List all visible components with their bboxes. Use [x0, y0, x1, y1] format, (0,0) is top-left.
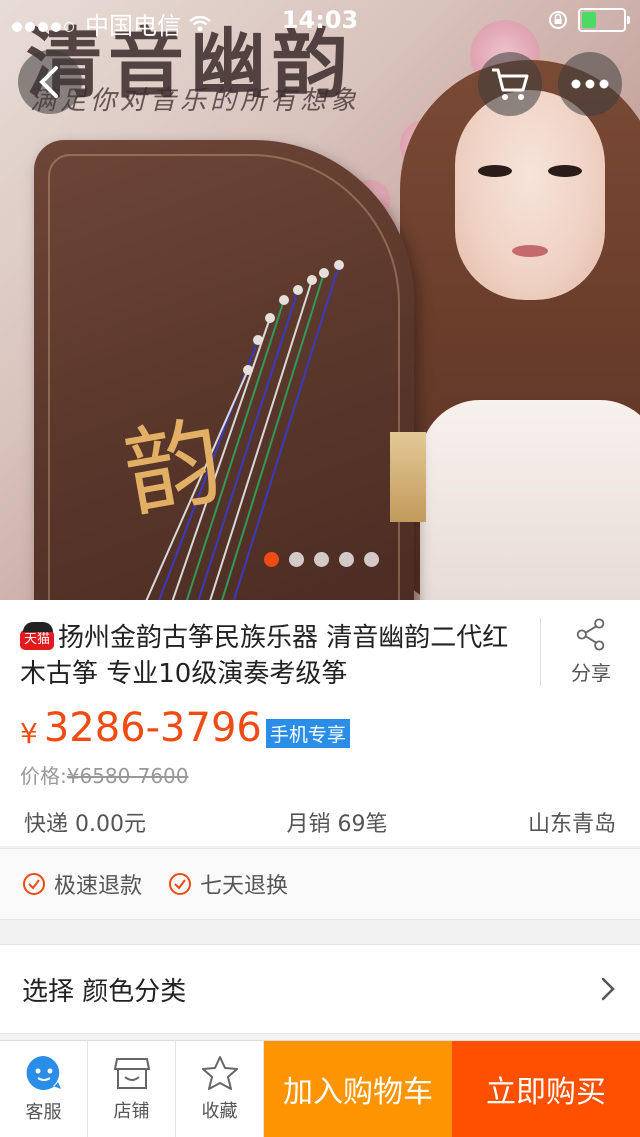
favorite-button[interactable]: 收藏: [176, 1041, 264, 1137]
guzheng-bridge: [390, 432, 426, 522]
status-time: 14:03: [281, 6, 359, 34]
share-button[interactable]: 分享: [540, 618, 640, 686]
ship-location: 山东青岛: [527, 812, 616, 837]
mobile-exclusive-badge: 手机专享: [265, 719, 350, 748]
check-circle-icon: [23, 873, 45, 895]
guzheng-instrument: 韵: [34, 140, 414, 600]
share-label: 分享: [571, 661, 611, 685]
product-title: 天猫 扬州金韵古筝民族乐器 清音幽韵二代红木古筝 专业10级演奏考级筝: [20, 620, 520, 692]
model-lips: [512, 245, 548, 257]
add-to-cart-button[interactable]: 加入购物车: [264, 1041, 452, 1137]
product-image-carousel[interactable]: 清音幽韵 满足你对音乐的所有想象 韵 中国电信 14:03: [0, 0, 640, 600]
currency-symbol: ¥: [20, 717, 38, 750]
more-dots-icon: [571, 79, 609, 89]
favorite-label: 收藏: [201, 1101, 238, 1122]
guarantee-label: 极速退款: [54, 874, 143, 899]
model-eye: [478, 165, 512, 177]
customer-service-button[interactable]: 客服: [0, 1041, 88, 1137]
chat-bubble-icon: [26, 1055, 61, 1090]
shipping-fee: 快递 0.00元: [24, 812, 146, 837]
status-bar: 中国电信 14:03: [0, 0, 640, 40]
model-face: [455, 90, 605, 300]
share-icon: [576, 618, 605, 651]
more-button[interactable]: [558, 52, 622, 116]
product-title-text: 扬州金韵古筝民族乐器 清音幽韵二代红木古筝 专业10级演奏考级筝: [20, 623, 509, 689]
guzheng-strings: [145, 260, 344, 600]
chevron-right-icon: [601, 977, 615, 1001]
original-price-row: 价格:¥6580-7600: [20, 760, 189, 789]
bottom-action-bar: 客服 店铺 收藏 加入购物车 立即购买: [0, 1040, 640, 1137]
store-button[interactable]: 店铺: [88, 1041, 176, 1137]
carousel-dot[interactable]: [314, 552, 329, 567]
carousel-dot[interactable]: [364, 552, 379, 567]
buy-now-button[interactable]: 立即购买: [452, 1041, 640, 1137]
carousel-dot[interactable]: [339, 552, 354, 567]
back-button[interactable]: [18, 50, 82, 114]
store-icon: [113, 1058, 150, 1089]
original-price: ¥6580-7600: [66, 764, 189, 788]
carousel-indicator: [264, 552, 379, 567]
rotation-lock-icon: [549, 11, 567, 29]
product-meta: 快递 0.00元 月销 69笔 山东青岛: [24, 806, 616, 838]
battery-icon: [578, 8, 630, 32]
monthly-sales: 月销 69笔: [286, 812, 388, 837]
select-option-label: 选择 颜色分类: [22, 976, 187, 1007]
customer-service-label: 客服: [25, 1102, 62, 1123]
product-info: 天猫 扬州金韵古筝民族乐器 清音幽韵二代红木古筝 专业10级演奏考级筝 分享 ¥ …: [0, 600, 640, 846]
model-eye: [548, 165, 582, 177]
price-row: ¥ 3286-3796 手机专享: [20, 706, 350, 750]
cart-button[interactable]: [478, 52, 542, 116]
tmall-badge: 天猫: [20, 622, 55, 650]
guarantee-label: 七天退换: [200, 874, 289, 899]
service-guarantees[interactable]: 极速退款 七天退换: [0, 848, 640, 920]
guarantee-fast-refund: 极速退款: [22, 868, 142, 900]
model-dress: [420, 400, 640, 600]
cart-icon: [492, 68, 529, 100]
chevron-left-icon: [39, 66, 58, 98]
carousel-dot[interactable]: [289, 552, 304, 567]
carousel-dot[interactable]: [264, 552, 279, 567]
select-color-option[interactable]: 选择 颜色分类: [0, 944, 640, 1034]
check-circle-icon: [169, 873, 192, 895]
price-range: 3286-3796: [43, 705, 262, 751]
star-icon: [201, 1056, 238, 1090]
original-price-label: 价格:: [20, 764, 67, 788]
store-label: 店铺: [113, 1101, 150, 1122]
guarantee-seven-day-return: 七天退换: [168, 868, 288, 900]
